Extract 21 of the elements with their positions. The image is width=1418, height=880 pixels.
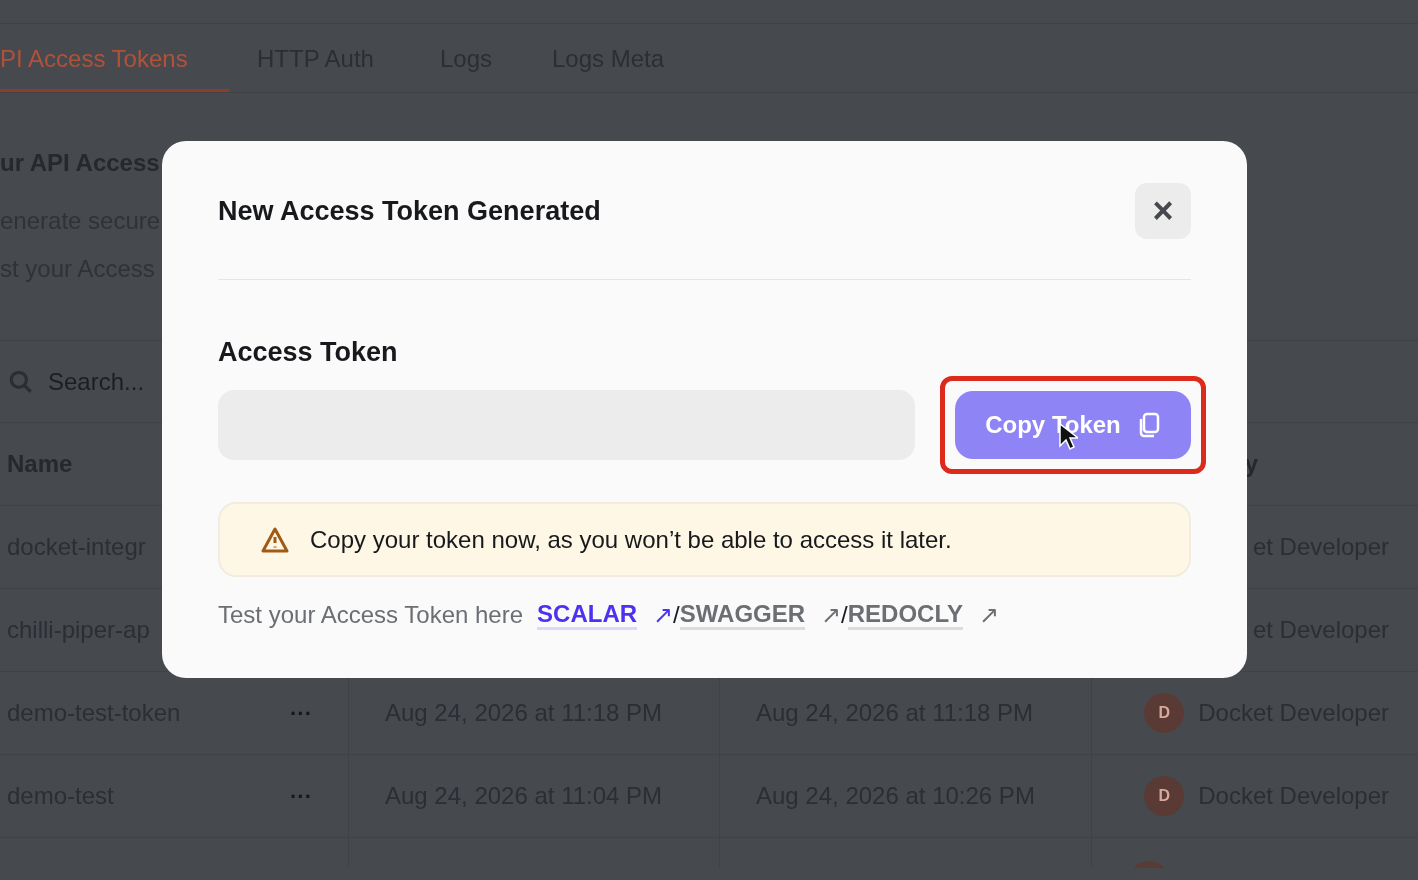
field-label: Access Token (218, 336, 398, 369)
link[interactable]: SCALAR (537, 600, 638, 630)
link[interactable]: SWAGGER (679, 600, 806, 630)
copy-token-button[interactable]: Copy Token (955, 391, 1191, 459)
search-icon (8, 368, 34, 395)
tab[interactable]: PI Access Tokens (0, 24, 229, 92)
avatar: D (1144, 776, 1185, 816)
external-link-icon: ↗ (978, 597, 999, 633)
more-button[interactable]: ··· (290, 779, 312, 813)
avatar: D (1144, 693, 1185, 733)
helper-text: Test your Access Token here (218, 600, 524, 630)
separator-text: / (841, 600, 848, 630)
warning-message: Copy your token now, as you won’t be able to access it later. (310, 524, 952, 555)
modal-title: New Access Token Generated (218, 194, 601, 228)
close-button[interactable]: × (1135, 183, 1191, 239)
warning-icon (260, 525, 290, 554)
link[interactable]: REDOCLY (847, 600, 963, 630)
external-link-icon: ↗ (653, 597, 674, 633)
more-button[interactable]: ··· (290, 696, 312, 730)
separator-text: / (673, 600, 680, 630)
external-link-icon: ↗ (821, 597, 842, 633)
